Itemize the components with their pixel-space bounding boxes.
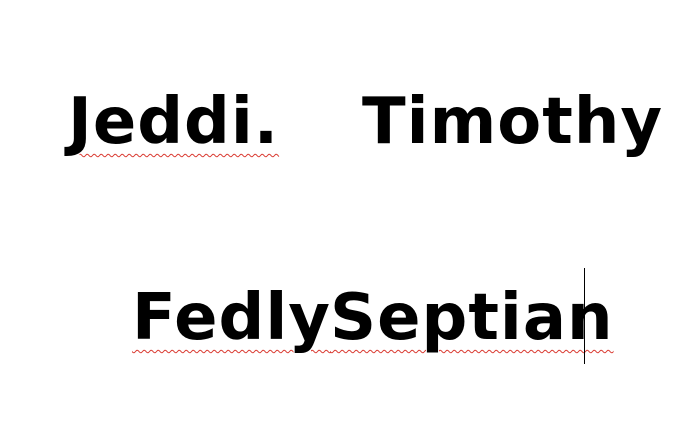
document-page[interactable]: Jeddi. Timothy Fedly Septian	[0, 0, 698, 432]
word-fedly: Fedly	[132, 281, 331, 355]
word-septian: Septian	[330, 281, 614, 355]
text-cursor	[584, 268, 585, 364]
word-timothy: Timothy	[362, 85, 664, 159]
word-jeddi: Jeddi.	[68, 85, 280, 159]
